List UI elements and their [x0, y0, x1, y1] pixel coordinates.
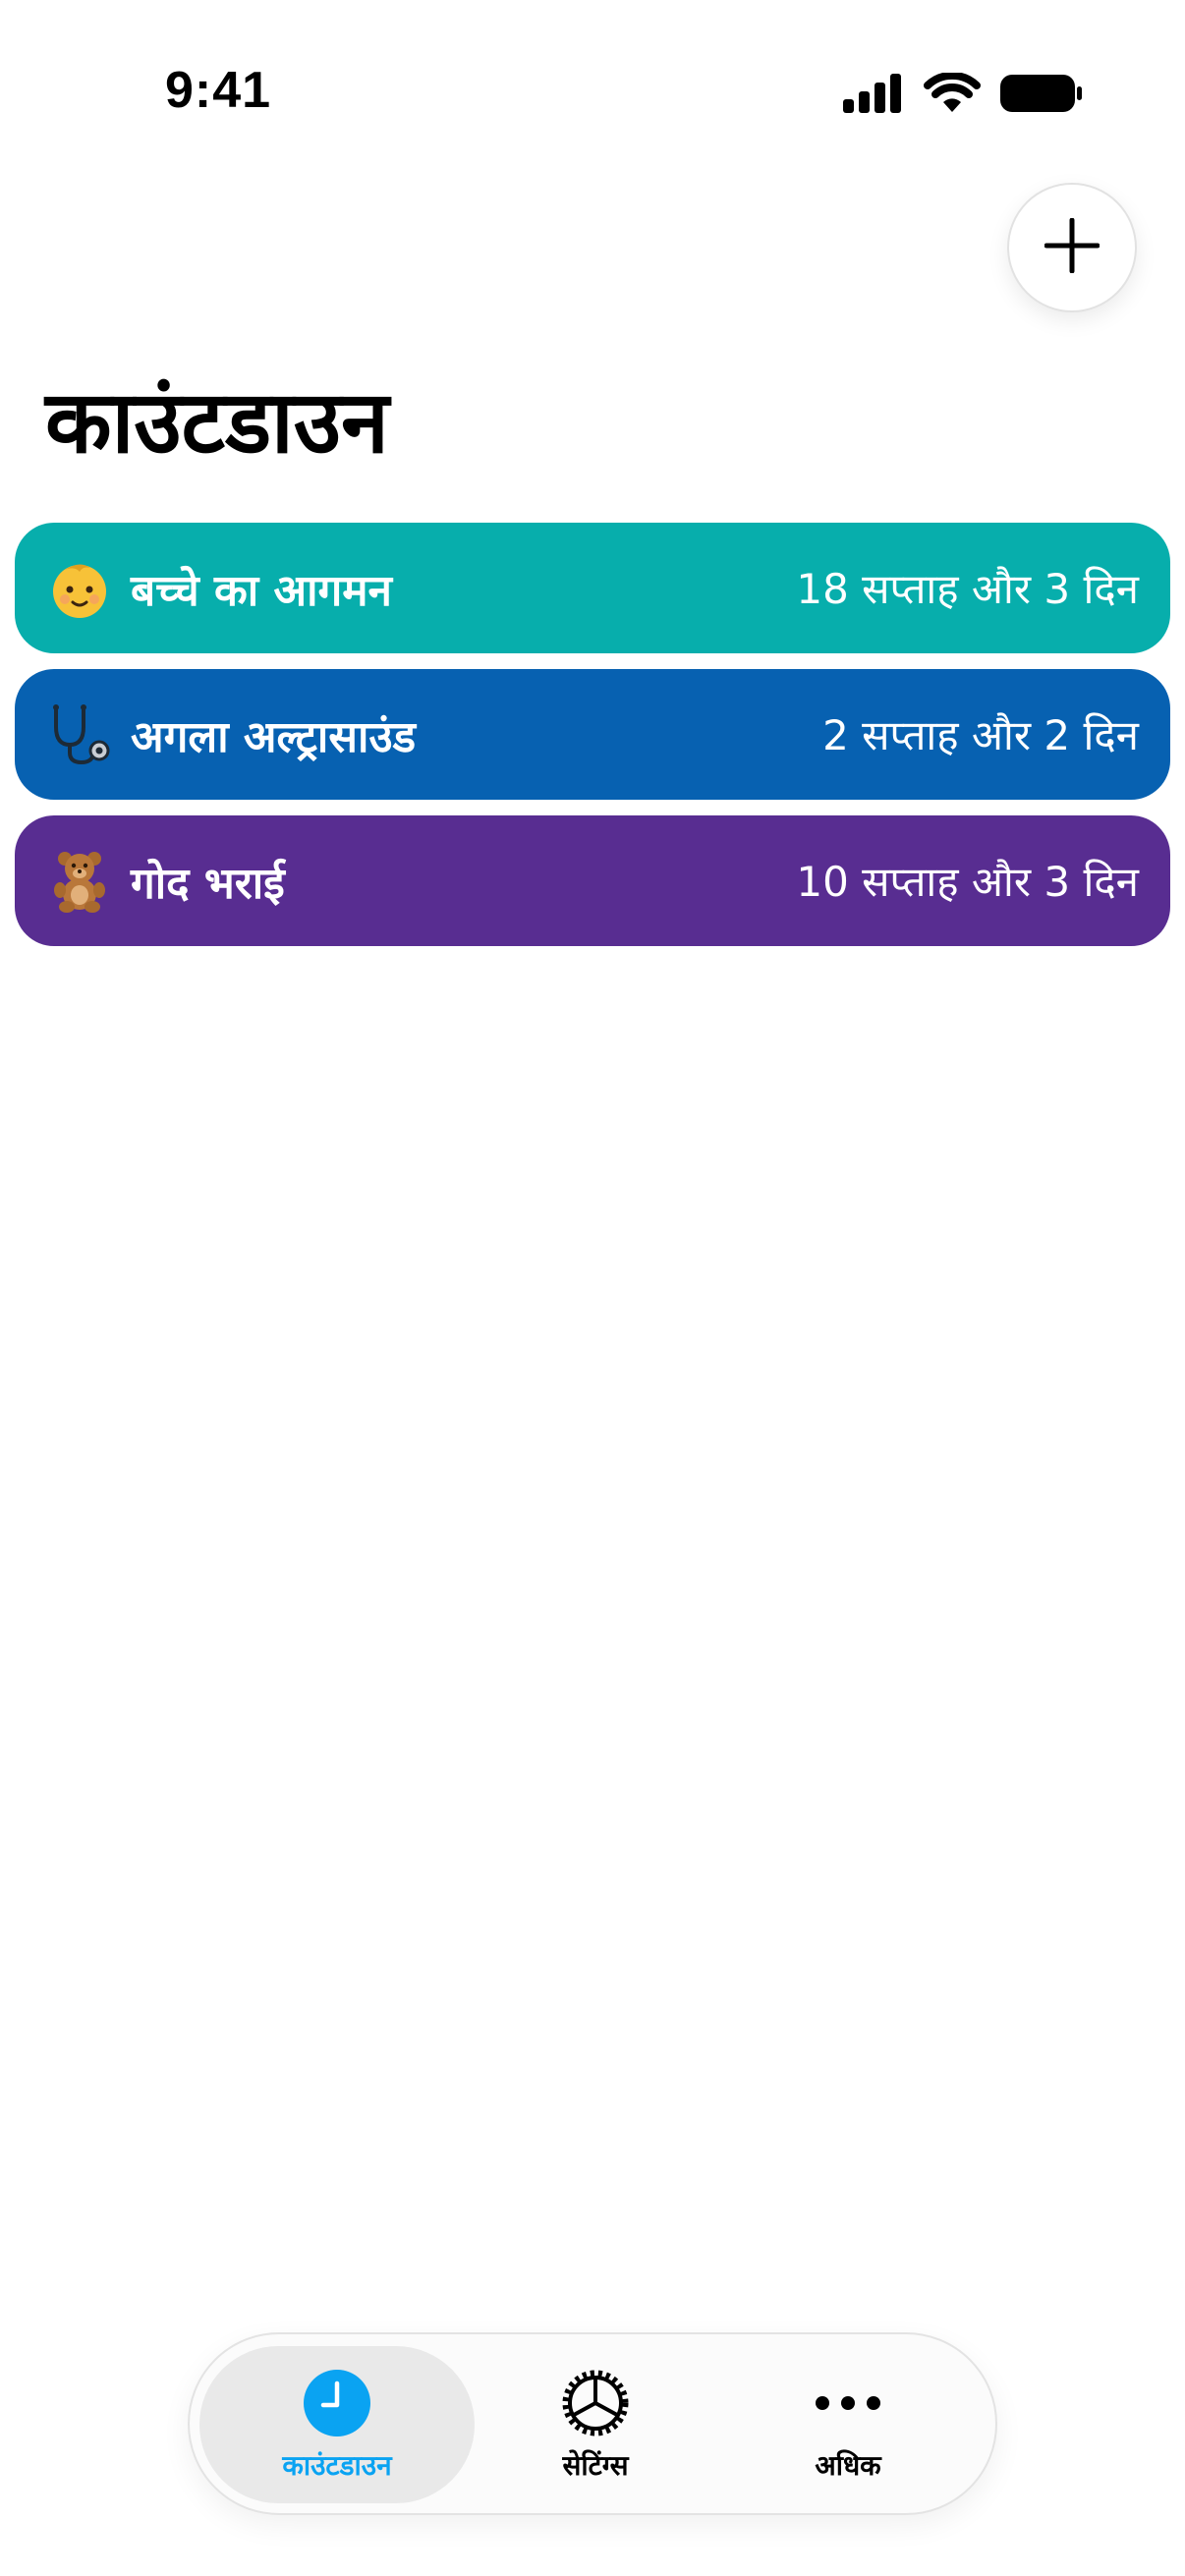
countdown-name: अगला अल्ट्रासाउंड — [131, 711, 417, 762]
countdown-remaining: 2 सप्ताह और 2 दिन — [822, 711, 1139, 759]
status-time: 9:41 — [165, 62, 272, 119]
gear-icon — [558, 2366, 633, 2440]
baby-emoji-icon — [44, 553, 115, 624]
countdown-remaining: 18 सप्ताह और 3 दिन — [796, 565, 1139, 613]
countdown-card[interactable]: गोद भराई 10 सप्ताह और 3 दिन — [15, 815, 1170, 946]
teddy-bear-emoji-icon — [44, 846, 115, 917]
tab-label: काउंटडाउन — [282, 2449, 392, 2482]
wifi-icon — [924, 71, 981, 118]
stethoscope-emoji-icon — [44, 700, 115, 770]
plus-icon — [1044, 217, 1100, 277]
tab-countdowns[interactable]: काउंटडाउन — [199, 2346, 475, 2503]
tab-label: सेटिंग्स — [562, 2449, 629, 2482]
tab-more[interactable]: अधिक — [710, 2346, 986, 2503]
tab-settings[interactable]: सेटिंग्स — [458, 2346, 733, 2503]
tab-bar: काउंटडाउन सेटिंग्स अधिक — [188, 2332, 997, 2515]
countdown-name: गोद भराई — [131, 858, 285, 909]
status-icons — [843, 71, 1083, 118]
cellular-signal-icon — [843, 74, 904, 117]
countdown-name: बच्चे का आगमन — [131, 565, 392, 616]
page-title: काउंटडाउन — [45, 371, 389, 473]
countdown-card[interactable]: बच्चे का आगमन 18 सप्ताह और 3 दिन — [15, 523, 1170, 653]
more-icon — [811, 2366, 885, 2440]
countdown-list: बच्चे का आगमन 18 सप्ताह और 3 दिन अगला अल… — [15, 523, 1170, 946]
countdown-card[interactable]: अगला अल्ट्रासाउंड 2 सप्ताह और 2 दिन — [15, 669, 1170, 800]
battery-icon — [1000, 73, 1083, 118]
clock-icon — [300, 2366, 374, 2440]
add-countdown-button[interactable] — [1007, 183, 1137, 312]
tab-label: अधिक — [815, 2449, 881, 2482]
countdown-remaining: 10 सप्ताह और 3 दिन — [796, 858, 1139, 906]
